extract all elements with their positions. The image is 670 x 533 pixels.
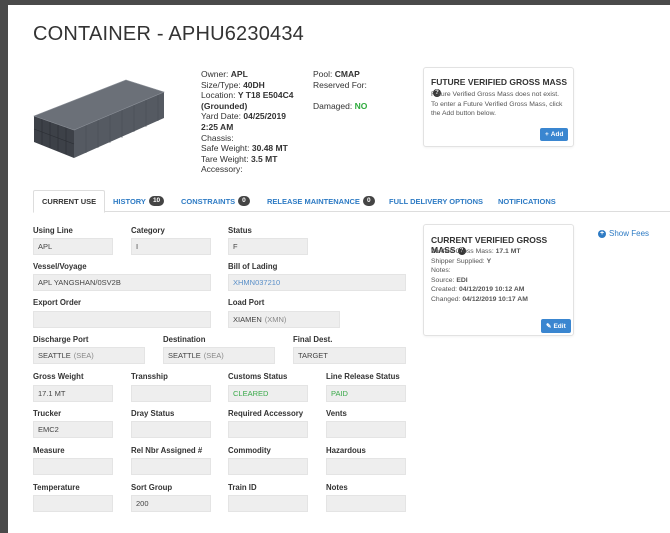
future-vgm-message: Future Verified Gross Mass does not exis… (431, 91, 563, 117)
status-label: Status (228, 226, 252, 235)
window-frame-top (0, 0, 670, 5)
commodity-field[interactable] (228, 458, 308, 475)
hazardous-field[interactable] (326, 458, 406, 475)
add-button[interactable]: + Add (540, 128, 569, 141)
current-vgm-panel: CURRENT VERIFIED GROSS MASS? Verified Gr… (423, 224, 574, 336)
hazardous-label: Hazardous (326, 446, 366, 455)
vessel-voyage-field[interactable]: APL YANGSHAN/0SV2B (33, 274, 211, 291)
container-details-2: Pool: CMAP Reserved For: Damaged: NO (313, 69, 368, 111)
gross-weight-label: Gross Weight (33, 372, 84, 381)
release-count-badge: 0 (362, 196, 375, 206)
future-vgm-panel: FUTURE VERIFIED GROSS MASS? Future Verif… (423, 67, 574, 147)
commodity-label: Commodity (228, 446, 271, 455)
rel-nbr-field[interactable] (131, 458, 211, 475)
temperature-label: Temperature (33, 483, 80, 492)
export-order-field[interactable] (33, 311, 211, 328)
edit-button[interactable]: ✎ Edit (541, 319, 571, 333)
show-fees-link[interactable]: + Show Fees (598, 229, 649, 238)
tare-weight-value: 3.5 MT (250, 153, 278, 164)
final-dest-label: Final Dest. (293, 335, 333, 344)
train-id-label: Train ID (228, 483, 257, 492)
dray-status-label: Dray Status (131, 409, 175, 418)
load-port-label: Load Port (228, 298, 265, 307)
sort-group-field[interactable]: 200 (131, 495, 211, 512)
rel-nbr-label: Rel Nbr Assigned # (131, 446, 203, 455)
trucker-field[interactable]: EMC2 (33, 421, 113, 438)
discharge-port-label: Discharge Port (33, 335, 89, 344)
pool-value: CMAP (334, 69, 360, 79)
final-dest-field[interactable]: TARGET (293, 347, 406, 364)
constraints-count-badge: 0 (238, 196, 250, 206)
temperature-field[interactable] (33, 495, 113, 512)
location-value: Y T18 E504C4 (237, 90, 294, 101)
size-value: 40DH (243, 79, 265, 90)
required-accessory-field[interactable] (228, 421, 308, 438)
transship-field[interactable] (131, 385, 211, 402)
tab-notifications[interactable]: NOTIFICATIONS (498, 190, 556, 212)
bill-of-lading-link[interactable]: XHMN037210 (228, 274, 406, 291)
window-frame-left (0, 0, 8, 533)
damaged-value: NO (354, 100, 368, 111)
category-field[interactable]: I (131, 238, 211, 255)
vents-label: Vents (326, 409, 347, 418)
export-order-label: Export Order (33, 298, 82, 307)
customs-status-field[interactable]: CLEARED (228, 385, 308, 402)
page-title: CONTAINER - APHU6230434 (33, 23, 304, 45)
bill-of-lading-label: Bill of Lading (228, 262, 278, 271)
container-image (33, 79, 165, 158)
location-state: (Grounded) (201, 100, 248, 111)
destination-label: Destination (163, 335, 206, 344)
dray-status-field[interactable] (131, 421, 211, 438)
line-release-field[interactable]: PAID (326, 385, 406, 402)
owner-value: APL (230, 69, 248, 79)
train-id-field[interactable] (228, 495, 308, 512)
vessel-voyage-label: Vessel/Voyage (33, 262, 87, 271)
required-accessory-label: Required Accessory (228, 409, 304, 418)
tab-constraints[interactable]: CONSTRAINTS 0 (181, 190, 250, 212)
notes-field[interactable] (326, 495, 406, 512)
destination-field[interactable]: SEATTLE (SEA) (163, 347, 275, 364)
container-details: Owner: APL Size/Type: 40DH Location: Y T… (201, 69, 294, 175)
sort-group-label: Sort Group (131, 483, 173, 492)
current-vgm-details: Verified Gross Mass: 17.1 MT Shipper Sup… (431, 248, 528, 303)
using-line-field[interactable]: APL (33, 238, 113, 255)
vents-field[interactable] (326, 421, 406, 438)
tab-bar: CURRENT USE HISTORY 10 CONSTRAINTS 0 RELEA… (33, 190, 670, 213)
status-field[interactable]: F (228, 238, 308, 255)
yard-date-value: 04/25/2019 (243, 111, 286, 122)
tab-release-maintenance[interactable]: RELEASE MAINTENANCE 0 (267, 190, 375, 212)
yard-time: 2:25 AM (201, 121, 234, 132)
plus-circle-icon: + (598, 229, 606, 238)
trucker-label: Trucker (33, 409, 62, 418)
plus-icon: + (545, 131, 549, 138)
line-release-label: Line Release Status (326, 372, 400, 381)
history-count-badge: 10 (148, 196, 165, 206)
using-line-label: Using Line (33, 226, 73, 235)
transship-label: Transship (131, 372, 168, 381)
pencil-icon: ✎ (546, 323, 552, 330)
measure-field[interactable] (33, 458, 113, 475)
notes-label: Notes (326, 483, 348, 492)
category-label: Category (131, 226, 165, 235)
load-port-field[interactable]: XIAMEN (XMN) (228, 311, 340, 328)
measure-label: Measure (33, 446, 65, 455)
tab-current-use[interactable]: CURRENT USE (33, 190, 106, 213)
discharge-port-field[interactable]: SEATTLE (SEA) (33, 347, 145, 364)
gross-weight-field[interactable]: 17.1 MT (33, 385, 113, 402)
customs-status-label: Customs Status (228, 372, 288, 381)
tab-full-delivery-options[interactable]: FULL DELIVERY OPTIONS (389, 190, 483, 212)
safe-weight-value: 30.48 MT (251, 143, 288, 154)
tab-history[interactable]: HISTORY 10 (113, 190, 165, 212)
